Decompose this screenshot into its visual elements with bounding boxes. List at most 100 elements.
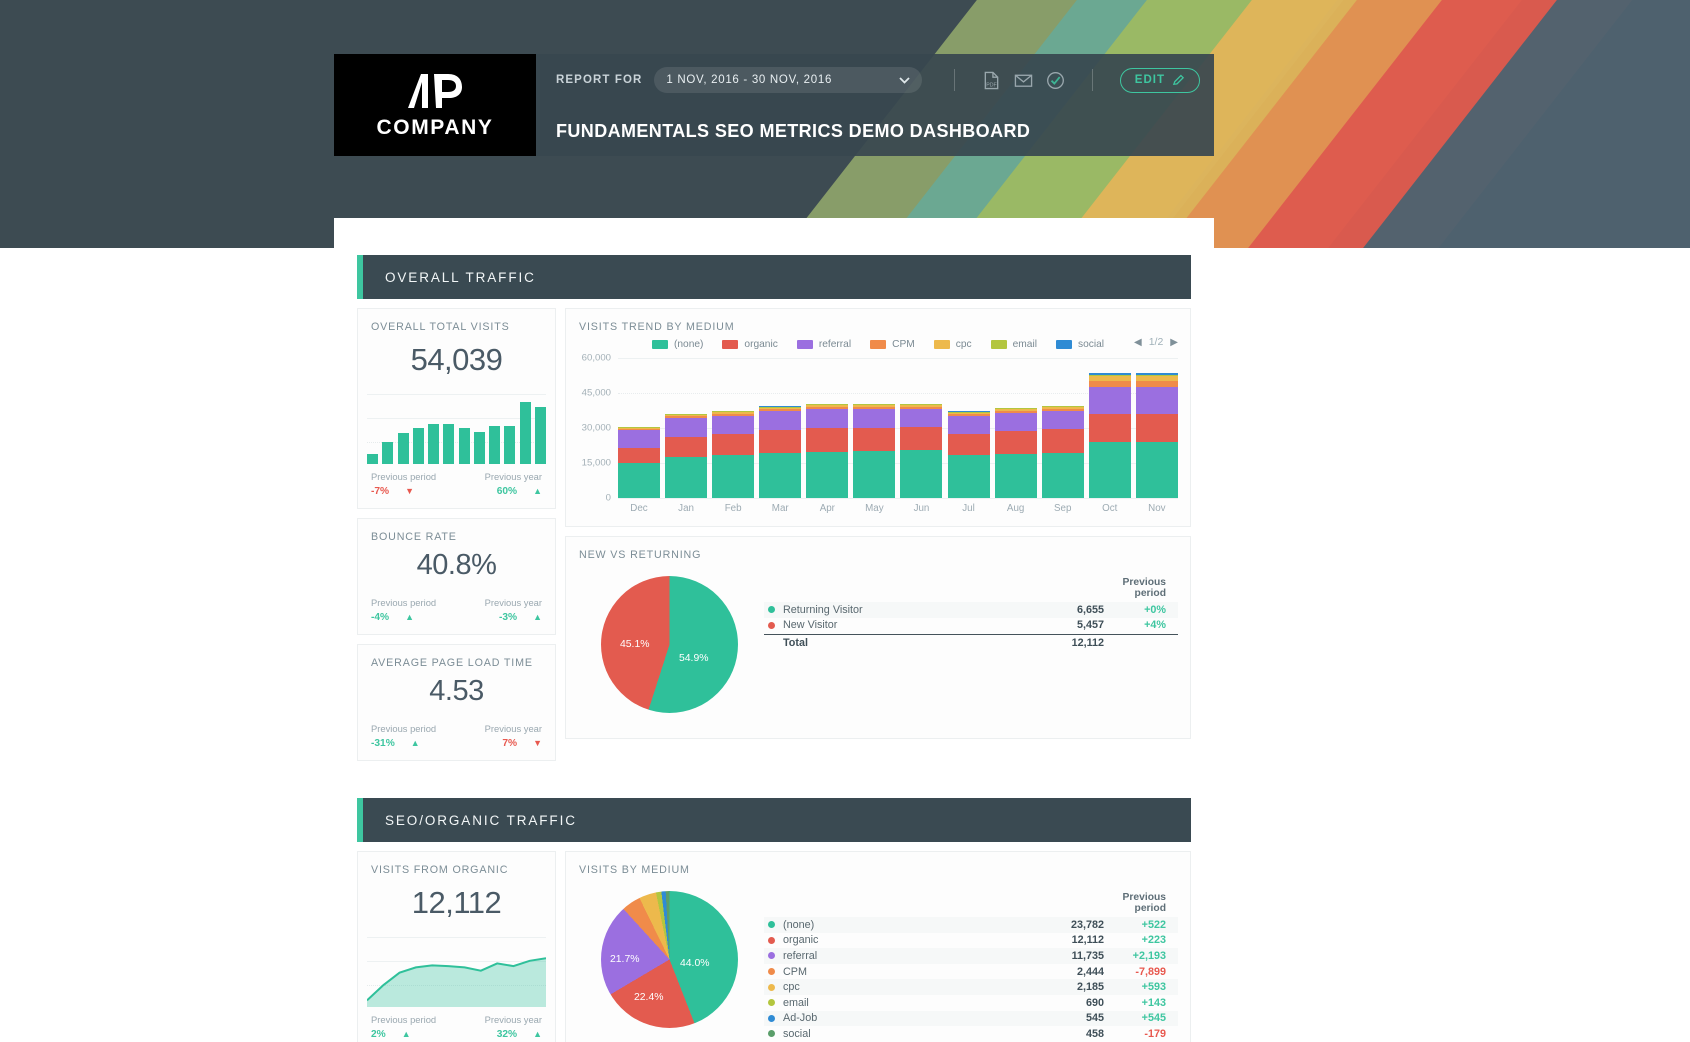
stacked-bar[interactable] [1041, 358, 1084, 498]
kpi-title: AVERAGE PAGE LOAD TIME [371, 657, 533, 669]
row-value: 2,185 [1076, 981, 1104, 994]
kpi-prev-period-delta: -7% ▼ [371, 486, 414, 497]
table-row[interactable]: New Visitor 5,457 +4% [764, 618, 1178, 634]
stacked-bar[interactable] [1088, 358, 1131, 498]
edit-button[interactable]: EDIT [1119, 67, 1200, 93]
table-row[interactable]: social 458 -179 [764, 1026, 1178, 1042]
pager-position: 1/2 [1148, 336, 1164, 348]
table-row[interactable]: referral 11,735 +2,193 [764, 948, 1178, 964]
chart-pager: ◀ 1/2 ▶ [1134, 336, 1178, 348]
kpi-value: 40.8% [416, 549, 497, 581]
x-axis-tick-label: Jan [678, 503, 694, 514]
kpi-average-page-load-time[interactable]: AVERAGE PAGE LOAD TIME 4.53 Previous per… [357, 644, 556, 761]
date-range-select[interactable]: 1 NOV, 2016 - 30 NOV, 2016 [654, 67, 923, 93]
arrow-up-icon: ▲ [410, 738, 420, 748]
table-row[interactable]: (none) 23,782 +522 [764, 917, 1178, 933]
table-body: Returning Visitor 6,655 +0% New Visitor 5,45… [764, 602, 1178, 633]
series-color-dot [768, 621, 775, 629]
stacked-bar[interactable] [806, 358, 849, 498]
bar-segment [1088, 442, 1131, 498]
delta-text: -7% [371, 486, 390, 497]
kpi-title: BOUNCE RATE [371, 531, 457, 543]
legend-item[interactable]: email [990, 339, 1037, 350]
chevron-down-icon [899, 76, 911, 84]
kpi-prev-year-label: Previous year [484, 471, 542, 482]
delta-text: 60% [496, 486, 518, 497]
stacked-bar[interactable] [618, 358, 660, 498]
kpi-overall-total-visits[interactable]: OVERALL TOTAL VISITS 54,039 Previous per… [357, 308, 556, 509]
kpi-visits-from-organic[interactable]: VISITS FROM ORGANIC 12,112 Previous peri… [357, 851, 556, 1042]
kpi-value: 54,039 [410, 342, 503, 377]
visits-by-medium-column: VISITS BY MEDIUM 44.0% 22.4% 21.7% Previ… [565, 851, 1191, 1042]
stacked-bar[interactable] [712, 358, 755, 498]
table-row[interactable]: email 690 +143 [764, 995, 1178, 1011]
stacked-bar[interactable] [947, 358, 990, 498]
row-value: 458 [1085, 1027, 1104, 1040]
bar-segment [712, 433, 755, 456]
arrow-up-icon: ▲ [405, 612, 415, 622]
stacked-bar[interactable] [759, 358, 802, 498]
table-row[interactable]: Returning Visitor 6,655 +0% [764, 602, 1178, 618]
table-header: Previous period [764, 892, 1178, 917]
bar-segment [712, 455, 755, 498]
row-delta: +545 [1141, 1012, 1166, 1025]
divider [1091, 69, 1093, 91]
sparkline-bar [458, 390, 470, 464]
kpi-prev-year: Previous year 7% ▼ [485, 723, 542, 749]
series-color-dot [768, 1014, 775, 1022]
table-row[interactable]: CPM 2,444 -7,899 [764, 964, 1178, 980]
bar-segment [665, 436, 708, 457]
table-row[interactable]: Ad-Job 545 +545 [764, 1010, 1178, 1027]
stacked-bar[interactable] [853, 358, 896, 498]
legend-item[interactable]: CPM [870, 339, 915, 350]
col-value [1032, 577, 1104, 599]
series-color-dot [768, 999, 775, 1007]
sparkline-bar [443, 390, 455, 464]
kpi-prev-period-label: Previous period [371, 471, 437, 482]
series-color-dot [768, 936, 775, 944]
section-title: SEO/ORGANIC TRAFFIC [385, 812, 577, 828]
row-delta: +593 [1141, 981, 1166, 994]
panel-title: NEW VS RETURNING [579, 549, 702, 561]
total-value: 12,112 [1071, 637, 1104, 650]
bar-segment [1088, 386, 1131, 415]
stacked-bar[interactable] [900, 358, 943, 498]
company-name: COMPANY [376, 116, 494, 139]
bar-segment [853, 409, 896, 428]
legend-swatch [651, 340, 668, 349]
check-circle-icon[interactable] [1046, 71, 1065, 90]
legend-item[interactable]: referral [796, 339, 851, 350]
pager-next-button[interactable]: ▶ [1170, 337, 1178, 348]
bar-segment [994, 431, 1037, 454]
table-row[interactable]: organic 12,112 +223 [764, 933, 1178, 949]
row-label: CPM [783, 965, 807, 978]
bar-segment [853, 427, 896, 452]
pie-and-table: 45.1% 54.9% Previous period Returning Vi… [566, 561, 1190, 738]
kpi-bounce-rate[interactable]: BOUNCE RATE 40.8% Previous period -4% ▲ … [357, 518, 556, 635]
pager-prev-button[interactable]: ◀ [1134, 337, 1142, 348]
email-icon[interactable] [1014, 71, 1033, 90]
legend-label: organic [744, 339, 778, 350]
kpi-prev-year: Previous year 60% ▲ [485, 471, 542, 497]
stacked-bar[interactable] [665, 358, 708, 498]
bar-segment [1135, 414, 1178, 443]
bar-segment [759, 452, 802, 498]
y-axis-tick-label: 0 [605, 492, 611, 504]
table-row[interactable]: cpc 2,185 +593 [764, 979, 1178, 995]
stacked-bar[interactable] [994, 358, 1037, 498]
stacked-bar[interactable] [1135, 358, 1178, 498]
legend-item[interactable]: organic [722, 339, 778, 350]
col-value [1032, 892, 1104, 914]
legend-item[interactable]: (none) [651, 339, 703, 350]
row-delta: +223 [1141, 934, 1166, 947]
legend-item[interactable]: social [1055, 339, 1104, 350]
panel-title: VISITS BY MEDIUM [579, 864, 690, 876]
sparkline-bar-chart [367, 390, 546, 464]
kpi-footer: Previous period 2% ▲ Previous year 32% ▲ [358, 1007, 555, 1040]
x-axis-tick-label: Oct [1102, 503, 1118, 514]
row-label: Ad-Job [783, 1012, 818, 1025]
legend-item[interactable]: cpc [933, 339, 972, 350]
legend-swatch [990, 340, 1007, 349]
pdf-icon[interactable]: PDF [982, 71, 1001, 90]
